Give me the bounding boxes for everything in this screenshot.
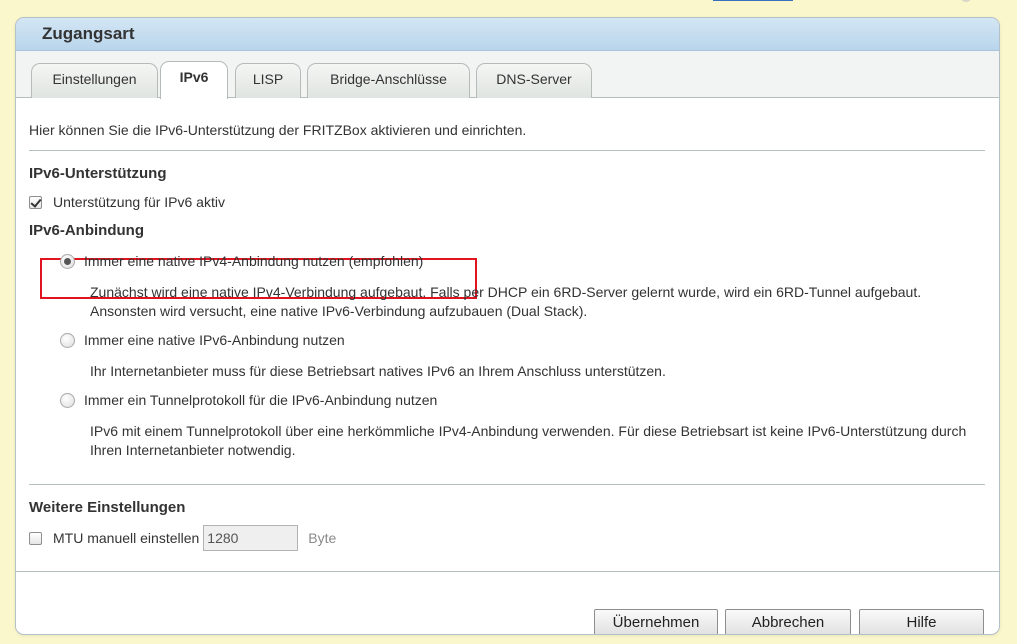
ipv6-support-row[interactable]: Unterstützung für IPv6 aktiv	[29, 194, 225, 210]
intro-text: Hier können Sie die IPv6-Unterstützung d…	[29, 122, 527, 138]
tab-ipv6[interactable]: IPv6	[160, 61, 228, 99]
divider	[29, 150, 985, 151]
binding-option-native-ipv4[interactable]: Immer eine native IPv4-Anbindung nutzen …	[60, 253, 423, 269]
further-settings-heading: Weitere Einstellungen	[29, 499, 186, 516]
mtu-unit: Byte	[308, 530, 337, 546]
native-ipv4-label: Immer eine native IPv4-Anbindung nutzen …	[84, 253, 424, 269]
binding-option-native-ipv6[interactable]: Immer eine native IPv6-Anbindung nutzen	[60, 332, 345, 348]
mtu-input[interactable]: 1280	[203, 525, 299, 551]
panel-title: Zugangsart	[16, 18, 999, 51]
tab-content: Hier können Sie die IPv6-Unterstützung d…	[16, 98, 999, 634]
ipv6-support-heading: IPv6-Unterstützung	[29, 165, 167, 182]
footer-divider	[16, 571, 999, 572]
tab-bar: Einstellungen IPv6 LISP Bridge-Anschlüss…	[16, 51, 999, 99]
native-ipv6-radio[interactable]	[60, 332, 75, 348]
tab-einstellungen[interactable]: Einstellungen	[31, 63, 158, 98]
mtu-checkbox[interactable]	[29, 531, 42, 545]
tab-lisp[interactable]: LISP	[235, 63, 301, 98]
access-type-panel: Zugangsart Einstellungen IPv6 LISP Bridg…	[15, 17, 1000, 635]
mtu-label: MTU manuell einstellen	[53, 530, 200, 546]
tunnel-description: IPv6 mit einem Tunnelprotokoll über eine…	[90, 423, 967, 458]
native-ipv4-description: Zunächst wird eine native IPv4-Verbindun…	[90, 284, 922, 319]
tunnel-label: Immer ein Tunnelprotokoll für die IPv6-A…	[84, 392, 438, 408]
tab-dns-server[interactable]: DNS-Server	[476, 63, 592, 98]
native-ipv4-radio[interactable]	[60, 253, 75, 269]
ipv6-binding-heading: IPv6-Anbindung	[29, 222, 144, 239]
apply-button[interactable]: Übernehmen	[594, 609, 718, 634]
binding-option-tunnel[interactable]: Immer ein Tunnelprotokoll für die IPv6-A…	[60, 392, 437, 408]
help-button[interactable]: Hilfe	[859, 609, 984, 634]
ipv6-support-label: Unterstützung für IPv6 aktiv	[53, 194, 225, 210]
native-ipv6-description: Ihr Internetanbieter muss für diese Betr…	[90, 363, 666, 379]
top-link-underline[interactable]	[713, 0, 793, 1]
native-ipv6-label: Immer eine native IPv6-Anbindung nutzen	[84, 332, 345, 348]
divider	[29, 484, 985, 485]
top-decoration	[960, 0, 972, 2]
tab-bridge-anschluesse[interactable]: Bridge-Anschlüsse	[307, 63, 470, 98]
ipv6-support-checkbox[interactable]	[29, 195, 42, 209]
cancel-button[interactable]: Abbrechen	[725, 609, 851, 634]
tunnel-radio[interactable]	[60, 392, 75, 408]
mtu-row: MTU manuell einstellen 1280 Byte	[29, 525, 336, 551]
